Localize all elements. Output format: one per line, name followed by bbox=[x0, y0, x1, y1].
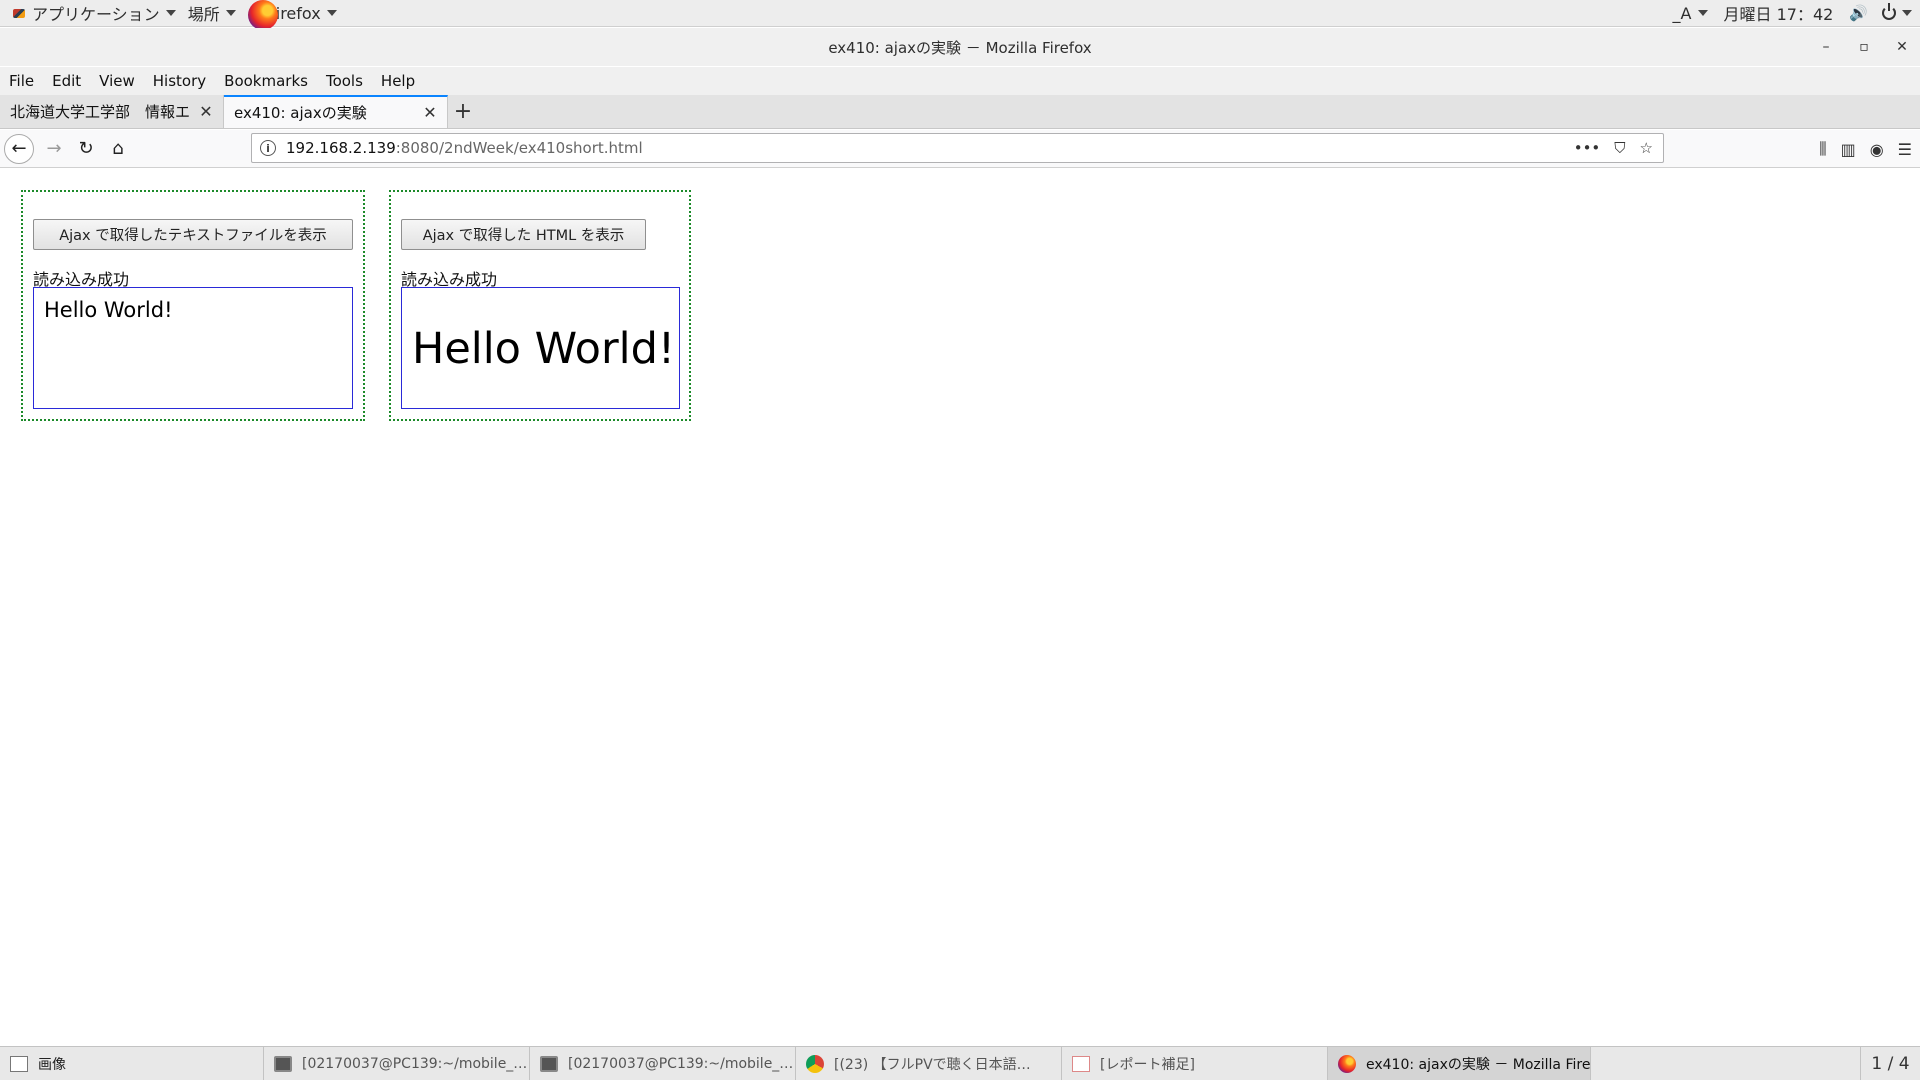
reload-button[interactable]: ↻ bbox=[70, 133, 102, 165]
close-tab-icon[interactable]: ✕ bbox=[199, 102, 213, 121]
power-icon bbox=[1882, 3, 1896, 20]
html-panel: Ajax で取得した HTML を表示 読み込み成功 Hello World! bbox=[389, 190, 691, 421]
menu-bar: File Edit View History Bookmarks Tools H… bbox=[0, 67, 1920, 95]
input-method-label: _A bbox=[1672, 3, 1692, 23]
places-label: 場所 bbox=[187, 5, 220, 24]
new-tab-button[interactable]: + bbox=[448, 95, 478, 128]
home-icon: ⌂ bbox=[112, 138, 124, 159]
chrome-icon bbox=[806, 1054, 824, 1073]
taskbar-label: [(23) 【フルPVで聴く日本語… bbox=[834, 1056, 1031, 1073]
back-button[interactable]: ← bbox=[4, 133, 34, 164]
home-button[interactable]: ⌂ bbox=[102, 133, 134, 165]
close-window-icon[interactable]: ✕ bbox=[1894, 39, 1910, 55]
clock[interactable]: 月曜日 17：42 bbox=[1716, 0, 1842, 27]
chevron-down-icon bbox=[1902, 10, 1912, 16]
datetime-label: 月曜日 17：42 bbox=[1723, 5, 1834, 24]
terminal-icon bbox=[274, 1055, 292, 1072]
arrow-left-icon: ← bbox=[11, 138, 27, 159]
page-actions-icon[interactable]: ••• bbox=[1574, 139, 1601, 157]
taskbar-item-report[interactable]: [レポート補足] bbox=[1062, 1047, 1328, 1080]
taskbar-item-images[interactable]: 画像 bbox=[0, 1047, 264, 1080]
menu-history[interactable]: History bbox=[153, 72, 206, 90]
firefox-logo-icon bbox=[247, 0, 278, 30]
html-output-box: Hello World! bbox=[401, 287, 680, 409]
taskbar-item-firefox[interactable]: ex410: ajaxの実験 － Mozilla Firefox bbox=[1328, 1047, 1591, 1080]
tab-ex410[interactable]: ex410: ajaxの実験 ✕ bbox=[224, 95, 448, 128]
account-icon[interactable]: ◉ bbox=[1870, 140, 1884, 159]
window-title-bar: ex410: ajaxの実験 － Mozilla Firefox – ▫ ✕ bbox=[0, 28, 1920, 66]
load-html-button[interactable]: Ajax で取得した HTML を表示 bbox=[401, 219, 646, 250]
page-content: Ajax で取得したテキストファイルを表示 読み込み成功 Hello World… bbox=[0, 169, 1920, 1046]
image-icon bbox=[10, 1055, 28, 1072]
places-menu[interactable]: 場所 bbox=[182, 0, 242, 27]
close-tab-icon[interactable]: ✕ bbox=[423, 103, 437, 122]
applications-icon bbox=[12, 6, 26, 20]
url-bar[interactable]: i 192.168.2.139:8080/2ndWeek/ex410short.… bbox=[251, 133, 1664, 163]
firefox-app-menu[interactable]: Firefox bbox=[242, 0, 343, 30]
library-icon[interactable]: ⫼ bbox=[1819, 139, 1826, 159]
navigation-toolbar: ← → ↻ ⌂ i 192.168.2.139:8080/2ndWeek/ex4… bbox=[0, 130, 1920, 168]
sidebar-icon[interactable]: ▥ bbox=[1841, 140, 1856, 159]
taskbar-item-chrome[interactable]: [(23) 【フルPVで聴く日本語… bbox=[796, 1047, 1062, 1080]
tab-label: 北海道大学工学部 情報エ bbox=[10, 103, 191, 121]
chevron-down-icon bbox=[326, 10, 337, 16]
window-title: ex410: ajaxの実験 － Mozilla Firefox bbox=[828, 38, 1092, 57]
menu-bookmarks[interactable]: Bookmarks bbox=[224, 72, 308, 90]
forward-button[interactable]: → bbox=[38, 133, 70, 165]
gnome-top-bar: アプリケーション 場所 Firefox _A 月曜日 17：42 🔊 bbox=[0, 0, 1920, 30]
tab-strip: 北海道大学工学部 情報エ ✕ ex410: ajaxの実験 ✕ + bbox=[0, 95, 1920, 129]
terminal-icon bbox=[540, 1055, 558, 1072]
text-output-box: Hello World! bbox=[33, 287, 353, 409]
report-icon bbox=[1072, 1055, 1090, 1072]
taskbar-label: [02170037@PC139:~/mobile_… bbox=[568, 1055, 794, 1072]
firefox-icon bbox=[1338, 1054, 1356, 1073]
taskbar-label: ex410: ajaxの実験 － Mozilla Firefox bbox=[1366, 1056, 1591, 1073]
chevron-down-icon bbox=[225, 10, 236, 16]
taskbar-label: [レポート補足] bbox=[1100, 1056, 1195, 1073]
plus-icon: + bbox=[453, 99, 473, 124]
chevron-down-icon bbox=[1697, 10, 1708, 16]
bookmark-star-icon[interactable]: ☆ bbox=[1640, 139, 1653, 157]
chevron-down-icon bbox=[165, 10, 176, 16]
workspace-pager[interactable]: 1 / 4 bbox=[1860, 1047, 1920, 1080]
hamburger-menu-icon[interactable]: ☰ bbox=[1898, 140, 1912, 159]
taskbar-label: [02170037@PC139:~/mobile_… bbox=[302, 1055, 528, 1072]
text-file-panel: Ajax で取得したテキストファイルを表示 読み込み成功 Hello World… bbox=[21, 190, 365, 421]
maximize-icon[interactable]: ▫ bbox=[1856, 39, 1872, 55]
menu-edit[interactable]: Edit bbox=[52, 72, 81, 90]
info-icon[interactable]: i bbox=[260, 140, 276, 156]
applications-menu[interactable]: アプリケーション bbox=[0, 0, 182, 27]
url-path: :8080/2ndWeek/ex410short.html bbox=[395, 139, 643, 157]
tab-hokkaido[interactable]: 北海道大学工学部 情報エ ✕ bbox=[0, 95, 224, 128]
volume-icon: 🔊 bbox=[1849, 4, 1868, 22]
url-host: 192.168.2.139 bbox=[286, 139, 396, 157]
arrow-right-icon: → bbox=[46, 138, 62, 159]
input-method-menu[interactable]: _A bbox=[1665, 0, 1716, 27]
applications-label: アプリケーション bbox=[32, 5, 160, 24]
menu-tools[interactable]: Tools bbox=[326, 72, 363, 90]
menu-file[interactable]: File bbox=[9, 72, 34, 90]
reload-icon: ↻ bbox=[78, 138, 94, 159]
taskbar-item-terminal-2[interactable]: [02170037@PC139:~/mobile_… bbox=[530, 1047, 796, 1080]
html-output-heading: Hello World! bbox=[412, 324, 676, 374]
window-list-taskbar: 画像 [02170037@PC139:~/mobile_… [02170037@… bbox=[0, 1046, 1920, 1080]
system-menu[interactable]: 🔊 bbox=[1841, 0, 1920, 27]
load-text-button[interactable]: Ajax で取得したテキストファイルを表示 bbox=[33, 219, 353, 250]
text-output: Hello World! bbox=[44, 298, 173, 322]
taskbar-label: 画像 bbox=[38, 1056, 66, 1073]
taskbar-item-terminal-1[interactable]: [02170037@PC139:~/mobile_… bbox=[264, 1047, 530, 1080]
menu-view[interactable]: View bbox=[99, 72, 135, 90]
pocket-icon[interactable]: ⛉ bbox=[1614, 139, 1625, 157]
minimize-icon[interactable]: – bbox=[1818, 39, 1834, 55]
menu-help[interactable]: Help bbox=[381, 72, 415, 90]
tab-label: ex410: ajaxの実験 bbox=[234, 104, 367, 122]
